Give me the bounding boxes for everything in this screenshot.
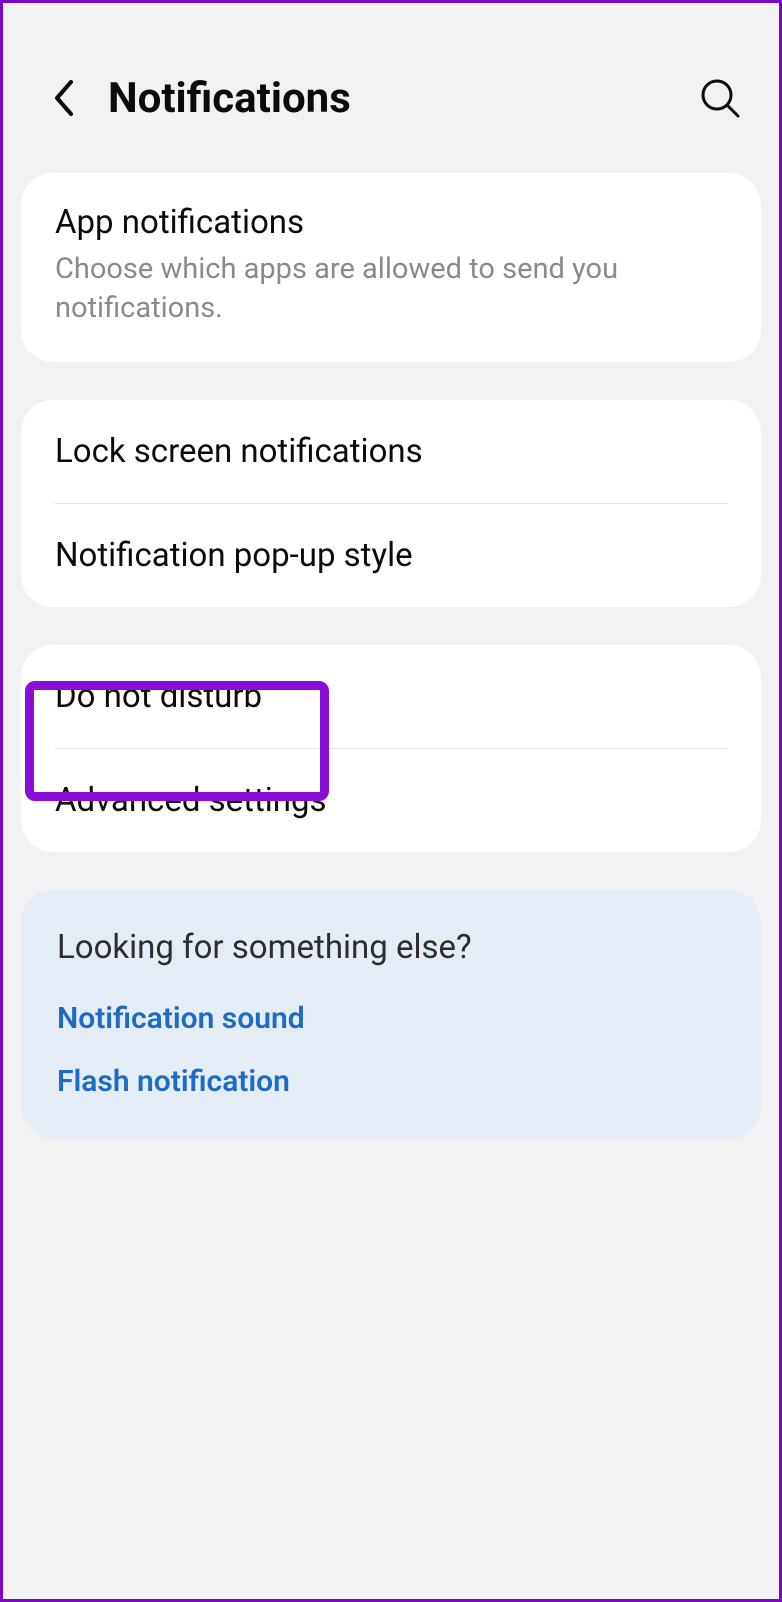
app-notifications-description: Choose which apps are allowed to send yo…: [55, 250, 727, 328]
flash-notification-link[interactable]: Flash notification: [57, 1064, 725, 1099]
back-button[interactable]: [38, 73, 88, 123]
do-not-disturb-title: Do not disturb: [55, 677, 727, 716]
advanced-settings-title: Advanced settings: [55, 781, 727, 820]
notification-popup-style-item[interactable]: Notification pop-up style: [21, 504, 761, 607]
app-notifications-card: App notifications Choose which apps are …: [21, 173, 761, 362]
lock-screen-notifications-item[interactable]: Lock screen notifications: [21, 400, 761, 503]
advanced-card: Do not disturb Advanced settings: [21, 645, 761, 852]
app-notifications-item[interactable]: App notifications Choose which apps are …: [21, 173, 761, 362]
app-notifications-title: App notifications: [55, 203, 727, 242]
advanced-settings-item[interactable]: Advanced settings: [21, 749, 761, 852]
notification-popup-style-title: Notification pop-up style: [55, 536, 727, 575]
tips-heading: Looking for something else?: [57, 928, 725, 967]
search-icon: [699, 77, 741, 119]
display-settings-card: Lock screen notifications Notification p…: [21, 400, 761, 607]
do-not-disturb-item[interactable]: Do not disturb: [21, 645, 761, 748]
lock-screen-notifications-title: Lock screen notifications: [55, 432, 727, 471]
notification-sound-link[interactable]: Notification sound: [57, 1001, 725, 1036]
chevron-left-icon: [51, 78, 75, 118]
tips-card: Looking for something else? Notification…: [21, 890, 761, 1139]
page-title: Notifications: [108, 74, 696, 123]
search-button[interactable]: [696, 74, 744, 122]
